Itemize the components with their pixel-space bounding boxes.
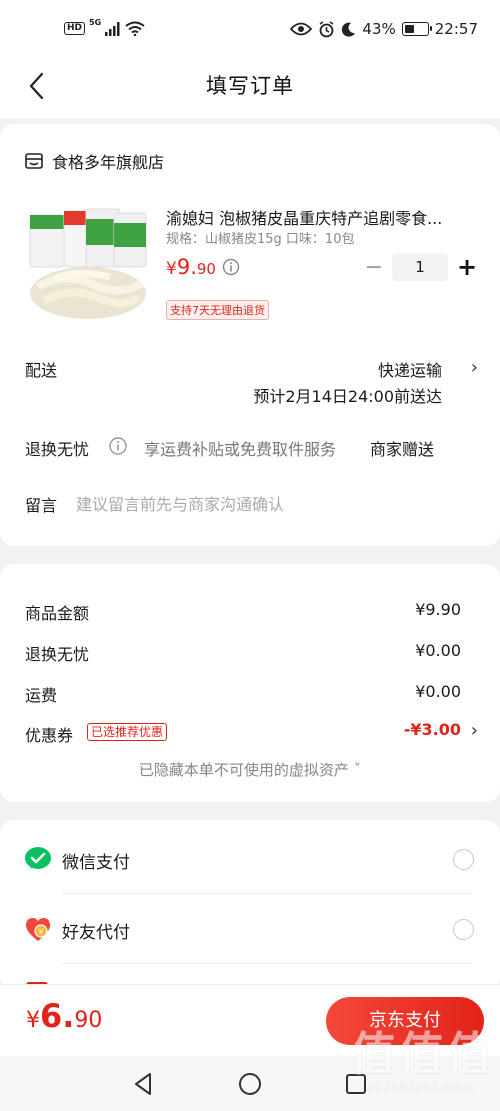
watermark-logo: 值值值 — [350, 1027, 494, 1081]
moon-icon — [342, 22, 356, 37]
decrease-button[interactable]: − — [364, 255, 384, 280]
nav-home-icon[interactable] — [237, 1071, 263, 1097]
summary-value-refund: ¥0.00 — [415, 641, 461, 660]
price-dec: 90 — [196, 260, 216, 278]
refund-description: 享运费补贴或免费取件服务 — [144, 440, 337, 459]
summary-value-shipping: ¥0.00 — [415, 682, 461, 701]
status-bar: HD 5G 43% 22:57 — [0, 0, 500, 60]
summary-label-shipping: 运费 — [25, 686, 58, 705]
page-title: 填写订单 — [206, 74, 294, 98]
svg-text:¥: ¥ — [39, 928, 44, 936]
radio-wechat[interactable] — [453, 849, 474, 870]
status-left: HD 5G — [64, 18, 145, 36]
summary-label-refund: 退换无忧 — [25, 645, 90, 664]
product-image[interactable] — [24, 205, 150, 323]
product-spec: 规格：山椒猪皮15g 口味：10包 — [166, 232, 355, 247]
total-price: ¥6. 90 — [26, 997, 102, 1035]
hidden-assets-toggle[interactable]: 已隐藏本单不可使用的虚拟资产 ˇ — [0, 759, 500, 780]
delivery-label: 配送 — [25, 361, 58, 380]
payment-label-wechat: 微信支付 — [62, 853, 130, 873]
refund-info-icon[interactable] — [108, 436, 128, 456]
status-right: 43% 22:57 — [290, 20, 478, 38]
note-input[interactable] — [76, 492, 471, 516]
payment-label-friend: 好友代付 — [62, 923, 130, 943]
order-card: 食格多年旗舰店 渝媳妇 泡椒猪皮晶重庆特产追剧零食... 规格：山椒猪皮15g … — [0, 124, 500, 546]
return-policy-badge: 支持7天无理由退货 — [166, 300, 269, 320]
coupon-value[interactable]: -¥3.00 — [404, 720, 461, 739]
chevron-right-icon[interactable]: › — [471, 357, 478, 378]
delivery-eta: 预计2月14日24:00前送达 — [253, 387, 442, 406]
quantity-stepper: − 1 + — [364, 253, 478, 281]
summary-label-goods: 商品金额 — [25, 604, 90, 623]
delivery-method[interactable]: 快递运输 — [378, 357, 442, 381]
price-symbol: ¥ — [166, 259, 177, 279]
eye-icon — [290, 22, 313, 36]
battery-icon — [401, 22, 432, 36]
refund-gift: 商家赠送 — [370, 440, 435, 459]
store-name: 食格多年旗舰店 — [52, 153, 165, 172]
watermark: 值值值 zhizhizhi.com — [350, 1028, 494, 1096]
summary-value-goods: ¥9.90 — [415, 600, 461, 619]
refund-label: 退换无忧 — [25, 440, 90, 459]
nav-back-icon[interactable] — [131, 1071, 157, 1097]
product-name[interactable]: 渝媳妇 泡椒猪皮晶重庆特产追剧零食... — [166, 205, 466, 229]
friend-pay-icon: ¥ — [24, 915, 52, 943]
radio-friend[interactable] — [453, 919, 474, 940]
total-int: 6. — [40, 997, 75, 1035]
quantity-value[interactable]: 1 — [392, 253, 448, 281]
coupon-chevron-icon[interactable]: › — [471, 720, 478, 741]
summary-card: 商品金额 ¥9.90 退换无忧 ¥0.00 运费 ¥0.00 优惠券 已选推荐优… — [0, 564, 500, 802]
battery-percent: 43% — [362, 20, 396, 38]
payment-option-friend[interactable]: ¥ 好友代付 — [0, 894, 500, 964]
increase-button[interactable]: + — [456, 253, 478, 281]
payment-card: 微信支付 ¥ 好友代付 — [0, 820, 500, 990]
total-dec: 90 — [74, 1008, 103, 1033]
coupon-badge: 已选推荐优惠 — [87, 723, 168, 741]
wifi-icon — [125, 21, 145, 36]
network-type: 5G — [89, 18, 102, 27]
price-info-icon[interactable] — [222, 258, 240, 276]
store-row[interactable]: 食格多年旗舰店 — [24, 149, 164, 173]
clock: 22:57 — [434, 20, 478, 38]
payment-option-wechat[interactable]: 微信支付 — [0, 824, 500, 894]
nav-bar: 填写订单 — [0, 60, 500, 118]
total-symbol: ¥ — [26, 1008, 40, 1033]
wechat-pay-icon — [24, 845, 52, 873]
alarm-icon — [319, 20, 334, 37]
coupon-label: 优惠券 — [25, 726, 74, 745]
signal-icon — [105, 21, 120, 36]
hd-badge: HD — [64, 22, 86, 35]
store-icon — [25, 153, 43, 169]
watermark-url: zhizhizhi.com — [368, 1080, 476, 1096]
divider — [62, 963, 472, 964]
product-price: ¥9. 90 — [166, 255, 216, 279]
note-label: 留言 — [25, 496, 58, 515]
price-int: 9. — [176, 255, 197, 279]
